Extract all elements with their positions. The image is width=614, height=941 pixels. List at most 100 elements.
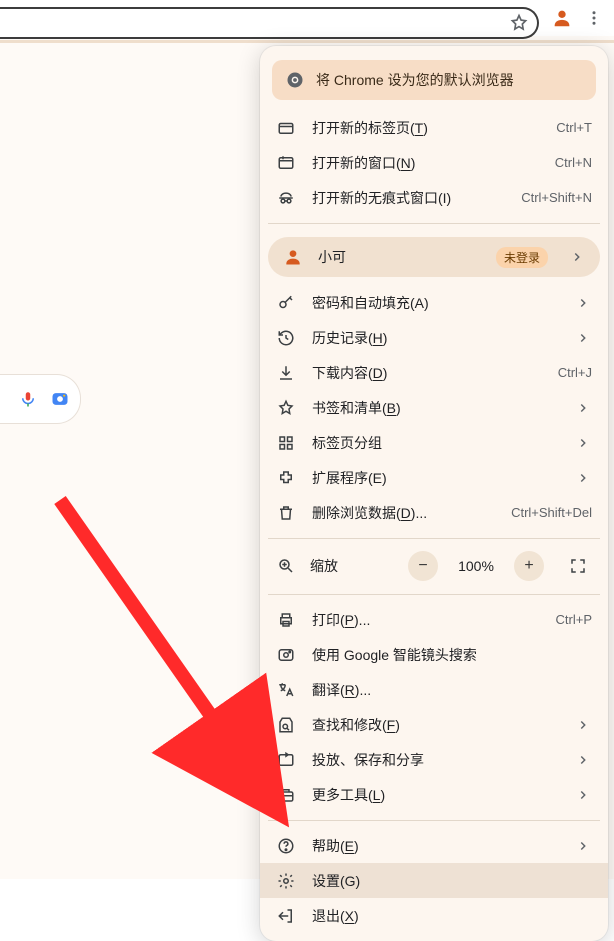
menu-item-more-tools[interactable]: 更多工具(L) — [260, 777, 608, 812]
zoom-percentage: 100% — [452, 558, 500, 574]
fullscreen-icon[interactable] — [564, 552, 592, 580]
window-icon — [276, 153, 296, 173]
menu-label: 退出(X) — [312, 906, 592, 926]
shortcut: Ctrl+Shift+Del — [511, 505, 592, 520]
shortcut: Ctrl+P — [556, 612, 592, 627]
chrome-icon — [286, 71, 304, 89]
menu-item-tab-groups[interactable]: 标签页分组 — [260, 425, 608, 460]
menu-label: 翻译(R)... — [312, 680, 592, 700]
exit-icon — [276, 906, 296, 926]
menu-item-history[interactable]: 历史记录(H) — [260, 320, 608, 355]
chevron-right-icon — [574, 294, 592, 312]
chevron-right-icon — [574, 399, 592, 417]
menu-label: 查找和修改(F) — [312, 715, 558, 735]
menu-separator — [260, 217, 608, 229]
menu-label: 帮助(E) — [312, 836, 558, 856]
search-pill[interactable] — [0, 374, 81, 424]
menu-item-new-window[interactable]: 打开新的窗口(N) Ctrl+N — [260, 145, 608, 180]
menu-label: 删除浏览数据(D)... — [312, 503, 495, 523]
menu-item-new-tab[interactable]: 打开新的标签页(T) Ctrl+T — [260, 110, 608, 145]
chevron-right-icon — [574, 786, 592, 804]
menu-item-translate[interactable]: 翻译(R)... — [260, 672, 608, 707]
menu-item-profile[interactable]: 小可 未登录 — [268, 237, 600, 277]
grid-icon — [276, 433, 296, 453]
print-icon — [276, 610, 296, 630]
menu-label: 打开新的窗口(N) — [312, 153, 539, 173]
zoom-out-button[interactable]: − — [408, 551, 438, 581]
chevron-right-icon — [574, 329, 592, 347]
menu-label: 使用 Google 智能镜头搜索 — [312, 645, 592, 665]
toolbar-divider — [0, 40, 614, 43]
browser-toolbar — [0, 0, 614, 36]
profile-avatar-icon[interactable] — [550, 6, 574, 30]
menu-label: 打开新的无痕式窗口(I) — [312, 188, 505, 208]
microphone-icon[interactable] — [18, 389, 38, 409]
chevron-right-icon — [574, 469, 592, 487]
menu-item-incognito[interactable]: 打开新的无痕式窗口(I) Ctrl+Shift+N — [260, 180, 608, 215]
chevron-right-icon — [574, 837, 592, 855]
menu-item-bookmarks[interactable]: 书签和清单(B) — [260, 390, 608, 425]
menu-item-zoom: 缩放 − 100% + — [260, 546, 608, 586]
shortcut: Ctrl+N — [555, 155, 592, 170]
key-icon — [276, 293, 296, 313]
menu-label: 标签页分组 — [312, 433, 558, 453]
chevron-right-icon — [574, 716, 592, 734]
menu-separator — [260, 588, 608, 600]
chevron-right-icon — [574, 751, 592, 769]
menu-label: 打印(P)... — [312, 610, 540, 630]
menu-item-find[interactable]: 查找和修改(F) — [260, 707, 608, 742]
star-icon — [276, 398, 296, 418]
help-icon — [276, 836, 296, 856]
download-icon — [276, 363, 296, 383]
zoom-in-button[interactable]: + — [514, 551, 544, 581]
gear-icon — [276, 871, 296, 891]
menu-item-downloads[interactable]: 下载内容(D) Ctrl+J — [260, 355, 608, 390]
menu-item-print[interactable]: 打印(P)... Ctrl+P — [260, 602, 608, 637]
menu-item-exit[interactable]: 退出(X) — [260, 898, 608, 933]
tab-icon — [276, 118, 296, 138]
menu-item-lens-search[interactable]: 使用 Google 智能镜头搜索 — [260, 637, 608, 672]
menu-label: 下载内容(D) — [312, 363, 542, 383]
cast-icon — [276, 750, 296, 770]
find-icon — [276, 715, 296, 735]
person-icon — [282, 246, 304, 268]
profile-status-badge: 未登录 — [496, 247, 548, 268]
menu-item-cast[interactable]: 投放、保存和分享 — [260, 742, 608, 777]
menu-separator — [260, 814, 608, 826]
menu-item-passwords[interactable]: 密码和自动填充(A) — [260, 285, 608, 320]
toolbox-icon — [276, 785, 296, 805]
menu-label: 密码和自动填充(A) — [312, 293, 558, 313]
trash-icon — [276, 503, 296, 523]
zoom-icon — [276, 556, 296, 576]
menu-label: 更多工具(L) — [312, 785, 558, 805]
omnibox-fragment[interactable] — [0, 7, 539, 39]
menu-label: 打开新的标签页(T) — [312, 118, 540, 138]
menu-label: 设置(G) — [312, 871, 592, 891]
menu-label: 扩展程序(E) — [312, 468, 558, 488]
menu-item-extensions[interactable]: 扩展程序(E) — [260, 460, 608, 495]
shortcut: Ctrl+J — [558, 365, 592, 380]
menu-label: 历史记录(H) — [312, 328, 558, 348]
chevron-right-icon — [574, 434, 592, 452]
bookmark-star-icon[interactable] — [509, 13, 529, 33]
extension-icon — [276, 468, 296, 488]
chrome-main-menu: 将 Chrome 设为您的默认浏览器 打开新的标签页(T) Ctrl+T 打开新… — [260, 46, 608, 941]
shortcut: Ctrl+T — [556, 120, 592, 135]
history-icon — [276, 328, 296, 348]
banner-text: 将 Chrome 设为您的默认浏览器 — [316, 70, 514, 90]
kebab-menu-icon[interactable] — [582, 6, 606, 30]
translate-icon — [276, 680, 296, 700]
lens-search-icon — [276, 645, 296, 665]
menu-label: 投放、保存和分享 — [312, 750, 558, 770]
shortcut: Ctrl+Shift+N — [521, 190, 592, 205]
chevron-right-icon — [568, 248, 586, 266]
lens-icon[interactable] — [50, 389, 70, 409]
menu-label: 书签和清单(B) — [312, 398, 558, 418]
profile-name: 小可 — [318, 247, 482, 267]
menu-item-settings[interactable]: 设置(G) — [260, 863, 608, 898]
zoom-label: 缩放 — [310, 556, 394, 576]
incognito-icon — [276, 188, 296, 208]
menu-item-help[interactable]: 帮助(E) — [260, 828, 608, 863]
menu-item-clear-data[interactable]: 删除浏览数据(D)... Ctrl+Shift+Del — [260, 495, 608, 530]
default-browser-banner[interactable]: 将 Chrome 设为您的默认浏览器 — [272, 60, 596, 100]
